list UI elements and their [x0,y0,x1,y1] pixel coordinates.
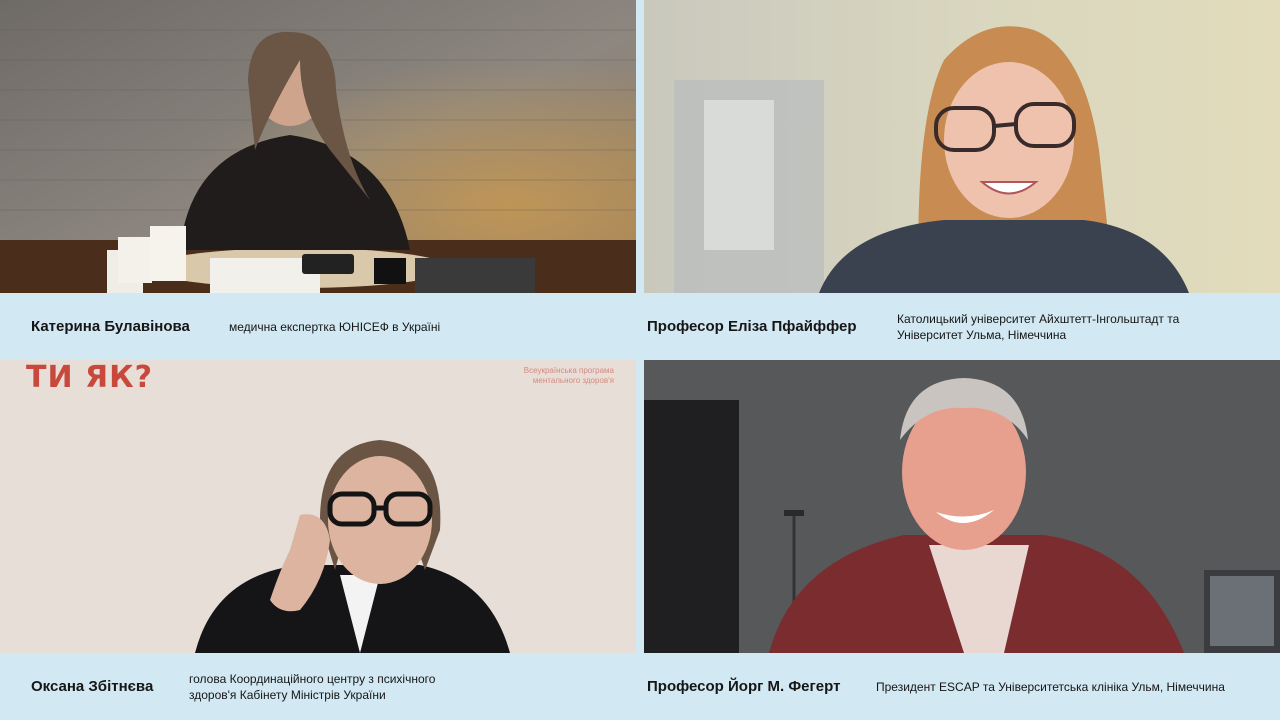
participant-role: Президент ESCAP та Університетська кліні… [876,679,1225,694]
participant-video-2 [644,0,1280,293]
participant-role: голова Координаційного центру з психічно… [189,671,436,702]
participant-name: Оксана Збітнєва [31,678,154,695]
participant-video-1 [0,0,636,293]
participant-tile-2[interactable]: Професор Еліза Пфайффер Католицький унів… [644,0,1280,360]
participant-caption-2: Професор Еліза Пфайффер Католицький унів… [644,293,1280,360]
participant-name: Професор Еліза Пфайффер [647,318,857,335]
video-call-grid: Катерина Булавінова медична експертка ЮН… [0,0,1280,720]
video-frame-studio [0,0,636,293]
video-frame-room [644,360,1280,653]
participant-caption-4: Професор Йорг М. Фегерт Президент ESCAP … [644,653,1280,720]
participant-role: медична експертка ЮНІСЕФ в Україні [229,319,441,334]
participant-caption-1: Катерина Булавінова медична експертка ЮН… [0,293,636,360]
participant-role: Католицький університет Айхштетт-Інгольш… [897,311,1180,342]
participant-name: Професор Йорг М. Фегерт [647,678,841,695]
participant-caption-3: Оксана Збітнєва голова Координаційного ц… [0,653,636,720]
participant-video-4 [644,360,1280,653]
video-frame-office [195,440,510,653]
participant-video-3: ТИ ЯК? Всеукраїнська програма ментальног… [0,360,636,653]
participant-tile-4[interactable]: Професор Йорг М. Фегерт Президент ESCAP … [644,360,1280,720]
video-frame-home [644,0,1280,293]
participant-tile-3[interactable]: ТИ ЯК? Всеукраїнська програма ментальног… [0,360,636,720]
participant-name: Катерина Булавінова [31,318,190,335]
participant-tile-1[interactable]: Катерина Булавінова медична експертка ЮН… [0,0,636,360]
